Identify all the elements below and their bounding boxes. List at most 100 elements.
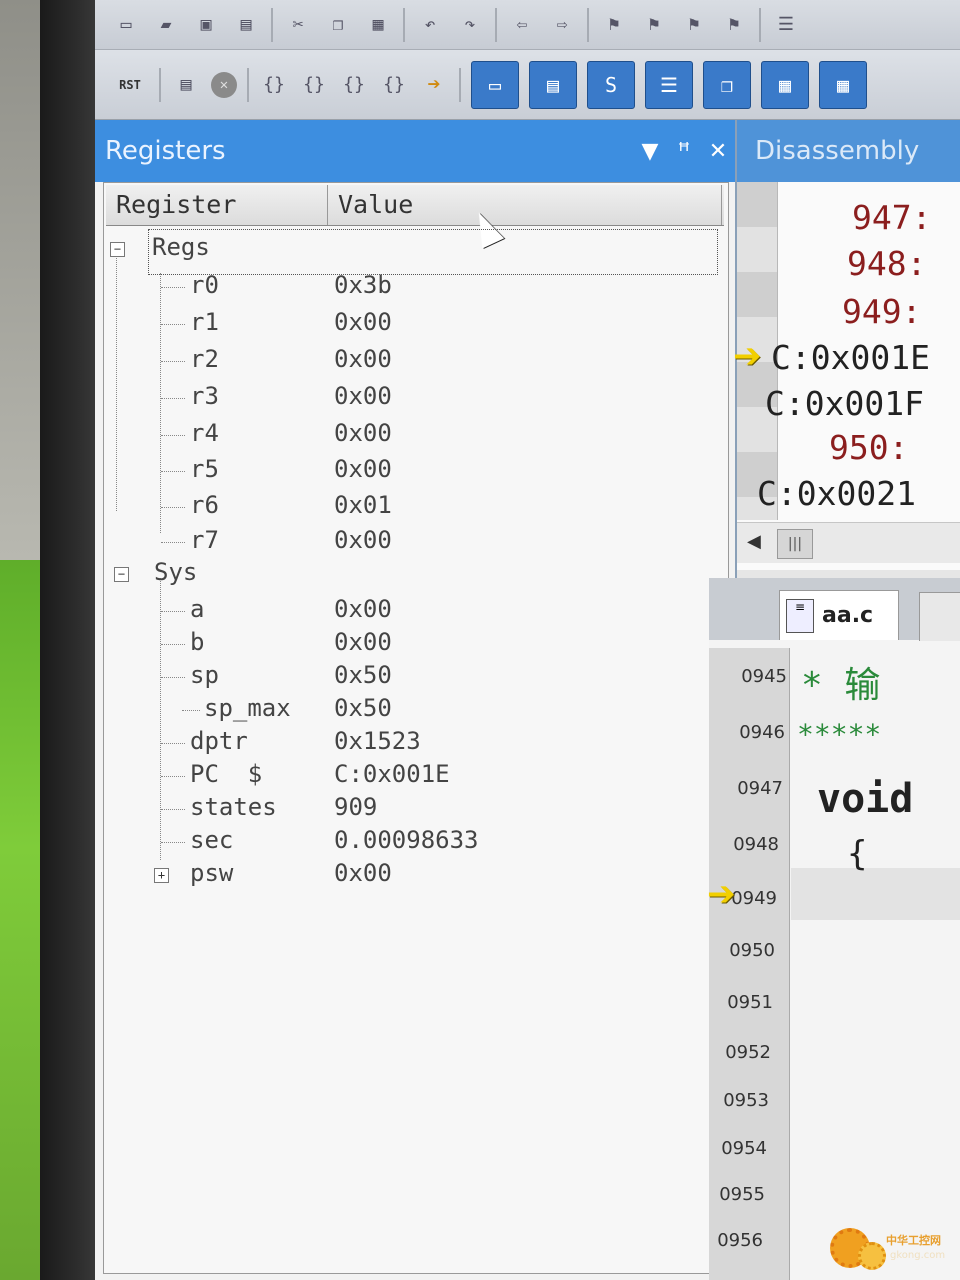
save-all-icon[interactable]: ▤	[231, 10, 261, 40]
bookmark-icon[interactable]: ⚑	[599, 10, 629, 40]
register-row[interactable]: b 0x00	[104, 628, 724, 662]
horizontal-scrollbar[interactable]: ◀ |||	[737, 522, 960, 563]
registers-panel: Registers ▼ ꟸ ✕ Register Value − Regs r0…	[95, 120, 737, 1280]
register-row[interactable]: states 909	[104, 793, 724, 827]
register-value[interactable]: 0x50	[334, 661, 392, 689]
step-out-icon[interactable]: {}	[339, 70, 369, 100]
copy-icon[interactable]: ❐	[323, 10, 353, 40]
command-window-icon[interactable]: ▭	[471, 60, 519, 109]
register-value[interactable]: 0x00	[334, 308, 392, 336]
new-file-icon[interactable]: ▭	[111, 10, 141, 40]
disassembly-line[interactable]: 948:	[847, 244, 926, 283]
toolbar-separator	[759, 7, 761, 42]
register-row[interactable]: r0 0x3b	[104, 271, 724, 305]
scroll-left-icon[interactable]: ◀	[747, 531, 761, 552]
column-header-value[interactable]: Value	[328, 185, 722, 225]
tree-group-regs[interactable]: − Regs	[104, 233, 724, 267]
panel-dropdown-icon[interactable]: ▼	[633, 139, 667, 164]
bookmark-next-icon[interactable]: ⚑	[679, 10, 709, 40]
code-line-keyword[interactable]: void	[817, 776, 913, 822]
code-line-brace[interactable]: {	[847, 834, 867, 874]
pin-icon[interactable]: ꟸ	[667, 139, 701, 164]
disassembly-line[interactable]: 949:	[842, 292, 921, 331]
register-row[interactable]: dptr 0x1523	[104, 727, 724, 761]
disassembly-line[interactable]: 950:	[829, 428, 908, 467]
register-row[interactable]: r6 0x01	[104, 491, 724, 525]
step-into-icon[interactable]: {}	[259, 70, 289, 100]
disassembly-line[interactable]: C:0x001F	[765, 384, 924, 423]
bookmark-clear-icon[interactable]: ⚑	[719, 10, 749, 40]
run-icon[interactable]: ▤	[171, 70, 201, 100]
register-value[interactable]: 909	[334, 793, 377, 821]
open-folder-icon[interactable]: ▰	[151, 10, 181, 40]
register-value[interactable]: 0x00	[334, 419, 392, 447]
symbols-window-icon[interactable]: S	[587, 60, 635, 109]
line-number: 0951	[727, 992, 773, 1013]
register-value[interactable]: 0.00098633	[334, 826, 479, 854]
reset-button[interactable]: RST	[111, 70, 149, 100]
cut-icon[interactable]: ✂	[283, 10, 313, 40]
register-row[interactable]: PC $ C:0x001E	[104, 760, 724, 794]
register-value[interactable]: C:0x001E	[334, 760, 450, 788]
register-row[interactable]: a 0x00	[104, 595, 724, 629]
register-row[interactable]: r5 0x00	[104, 455, 724, 489]
paste-icon[interactable]: ▦	[363, 10, 393, 40]
register-value[interactable]: 0x1523	[334, 727, 421, 755]
register-row[interactable]: r3 0x00	[104, 382, 724, 416]
register-name: r7	[190, 526, 219, 554]
disassembly-window-icon[interactable]: ▤	[529, 60, 577, 109]
stop-icon[interactable]: ✕	[211, 71, 237, 98]
register-row[interactable]: sp 0x50	[104, 661, 724, 695]
current-instruction-arrow-icon: ➔	[733, 336, 762, 376]
tab-aa-c[interactable]: ≡ aa.c	[779, 590, 899, 640]
nav-forward-icon[interactable]: ⇨	[547, 10, 577, 40]
tree-group-sys[interactable]: − Sys	[104, 558, 724, 592]
register-value[interactable]: 0x00	[334, 455, 392, 483]
bookmark-prev-icon[interactable]: ⚑	[639, 10, 669, 40]
redo-icon[interactable]: ↷	[455, 10, 485, 40]
register-row[interactable]: r2 0x00	[104, 345, 724, 379]
register-value[interactable]: 0x50	[334, 694, 392, 722]
tab-other-file[interactable]	[919, 592, 960, 641]
call-stack-window-icon[interactable]: ❐	[703, 60, 751, 109]
line-number: 0950	[729, 940, 775, 961]
register-row[interactable]: r7 0x00	[104, 526, 724, 560]
register-name: r3	[190, 382, 219, 410]
register-value[interactable]: 0x00	[334, 382, 392, 410]
indent-icon[interactable]: ☰	[771, 10, 801, 40]
register-value[interactable]: 0x00	[334, 859, 392, 887]
register-row[interactable]: + psw 0x00	[104, 859, 724, 893]
code-line-comment[interactable]: * 输	[801, 656, 880, 708]
collapse-icon[interactable]: −	[110, 242, 125, 257]
scrollbar-thumb[interactable]: |||	[777, 529, 813, 559]
toolbar-separator	[459, 67, 461, 102]
registers-window-icon[interactable]: ☰	[645, 60, 693, 109]
register-row[interactable]: r4 0x00	[104, 419, 724, 453]
register-value[interactable]: 0x00	[334, 595, 392, 623]
disassembly-line[interactable]: C:0x0021	[757, 474, 916, 513]
register-row[interactable]: sec 0.00098633	[104, 826, 724, 860]
code-line-comment[interactable]: *****	[797, 718, 881, 751]
disassembly-line[interactable]: C:0x001E	[771, 338, 930, 377]
register-row[interactable]: sp_max 0x50	[104, 694, 724, 728]
register-value[interactable]: 0x00	[334, 628, 392, 656]
undo-icon[interactable]: ↶	[415, 10, 445, 40]
register-value[interactable]: 0x01	[334, 491, 392, 519]
disassembly-line[interactable]: 947:	[852, 198, 931, 237]
close-icon[interactable]: ✕	[701, 139, 735, 164]
step-over-icon[interactable]: {}	[299, 70, 329, 100]
column-header-register[interactable]: Register	[106, 185, 328, 225]
watch-window-icon[interactable]: ▦	[761, 60, 809, 109]
save-icon[interactable]: ▣	[191, 10, 221, 40]
register-value[interactable]: 0x00	[334, 345, 392, 373]
toolbar-separator	[587, 7, 589, 42]
show-next-statement-icon[interactable]: ➔	[419, 70, 449, 100]
register-value[interactable]: 0x00	[334, 526, 392, 554]
run-to-cursor-icon[interactable]: {}	[379, 70, 409, 100]
expand-icon[interactable]: +	[154, 868, 169, 883]
register-value[interactable]: 0x3b	[334, 271, 392, 299]
nav-back-icon[interactable]: ⇦	[507, 10, 537, 40]
register-row[interactable]: r1 0x00	[104, 308, 724, 342]
collapse-icon[interactable]: −	[114, 567, 129, 582]
memory-window-icon[interactable]: ▦	[819, 60, 867, 109]
